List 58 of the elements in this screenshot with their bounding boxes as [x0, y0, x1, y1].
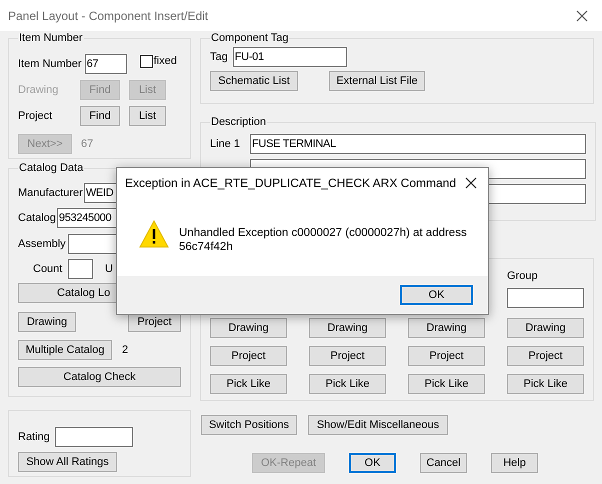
rating-field[interactable]	[55, 427, 133, 447]
group-label: Catalog Data	[18, 161, 84, 175]
drawing-button[interactable]: Drawing	[18, 312, 76, 332]
field-label: Catalog	[18, 210, 56, 226]
reference-button[interactable]: Drawing	[408, 318, 485, 338]
switch-positions-button[interactable]: Switch Positions	[201, 415, 297, 435]
group-label: Component Tag	[210, 31, 290, 45]
line-label: Line 1	[210, 136, 241, 152]
group-label: Description	[210, 115, 268, 129]
reference-button[interactable]: Pick Like	[507, 374, 584, 394]
warning-icon	[139, 219, 169, 249]
window-title: Panel Layout - Component Insert/Edit	[8, 8, 208, 24]
field-label: Item Number	[18, 56, 82, 72]
checkbox[interactable]	[140, 54, 153, 68]
reference-button[interactable]: Drawing	[507, 318, 584, 338]
reference-button[interactable]: Drawing	[210, 318, 287, 338]
group-label: Group	[507, 269, 539, 284]
reference-button[interactable]: Project	[309, 346, 386, 366]
item-number-field[interactable]: 67	[84, 54, 127, 74]
tag-field[interactable]: FU-01	[232, 47, 347, 67]
dialog-title: Exception in ACE_RTE_DUPLICATE_CHECK ARX Command	[125, 175, 456, 192]
item-number-value: 67	[81, 136, 94, 152]
field-label: Tag	[210, 50, 228, 65]
list-button[interactable]: List	[129, 106, 166, 126]
reference-button[interactable]: Pick Like	[210, 374, 287, 394]
count-field[interactable]	[68, 259, 93, 279]
field-label: Count	[33, 262, 64, 277]
catalog-count: 2	[122, 342, 128, 358]
close-icon[interactable]	[576, 10, 588, 22]
field-label: Rating	[18, 430, 51, 445]
reference-button[interactable]: Project	[408, 346, 485, 366]
dialog-button[interactable]: Help	[491, 453, 538, 473]
reference-button[interactable]: Pick Like	[309, 374, 386, 394]
field-label: Manufacturer	[18, 186, 83, 201]
field-label: Assembly	[18, 236, 67, 252]
external-list-file-button[interactable]: External List File	[329, 71, 425, 91]
ok-button[interactable]: OK	[400, 285, 473, 305]
checkbox-label: fixed	[154, 54, 177, 69]
description-field[interactable]: FUSE TERMINAL	[250, 134, 586, 154]
row-label: Project	[18, 108, 54, 124]
reference-button[interactable]: Project	[507, 346, 584, 366]
show-edit-miscellaneous-button[interactable]: Show/Edit Miscellaneous	[308, 415, 448, 435]
reference-button[interactable]: Project	[210, 346, 287, 366]
field-label: U	[105, 262, 113, 277]
error-message: Unhandled Exception c0000027 (c0000027h) at address 56c74f42h	[179, 226, 468, 254]
dialog-button[interactable]: Cancel	[420, 453, 467, 473]
show-all-ratings-button[interactable]: Show All Ratings	[18, 452, 117, 472]
group-label: Item Number	[18, 31, 84, 45]
group-field[interactable]	[507, 288, 584, 308]
dialog-button[interactable]: OK	[349, 453, 396, 473]
multiple-catalog-button[interactable]: Multiple Catalog	[18, 340, 112, 360]
reference-button[interactable]: Drawing	[309, 318, 386, 338]
find-button[interactable]: Find	[80, 106, 120, 126]
row-label: Drawing	[18, 82, 60, 98]
schematic-list-button[interactable]: Schematic List	[210, 71, 298, 91]
catalog-check-button[interactable]: Catalog Check	[18, 367, 181, 387]
close-icon[interactable]	[465, 177, 477, 189]
reference-button[interactable]: Pick Like	[408, 374, 485, 394]
